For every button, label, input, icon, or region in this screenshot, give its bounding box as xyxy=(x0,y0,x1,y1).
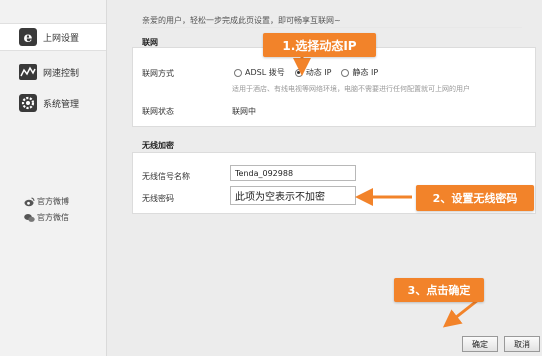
callout-step1: 1.选择动态IP xyxy=(263,33,376,57)
callout-step2: 2、设置无线密码 xyxy=(416,185,534,211)
arrow-step3 xyxy=(442,298,479,328)
callout-step3: 3、点击确定 xyxy=(394,278,484,302)
